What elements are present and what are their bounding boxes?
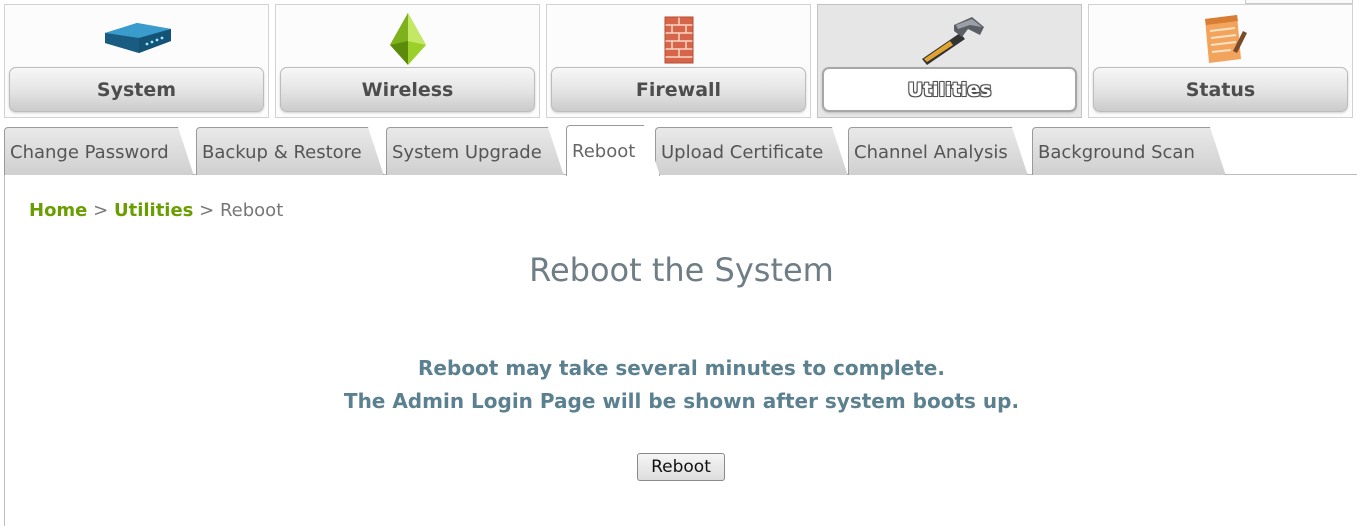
tab-upload-certificate[interactable]: Upload Certificate (655, 127, 848, 176)
status-button[interactable]: Status (1093, 67, 1348, 112)
nav-tile-wireless[interactable]: Wireless (275, 4, 540, 118)
breadcrumb-separator: > (199, 200, 215, 221)
brick-wall-icon (664, 16, 693, 64)
router-icon (104, 23, 171, 53)
tab-backup-restore[interactable]: Backup & Restore (196, 127, 384, 176)
breadcrumb: Home > Utilities > Reboot (29, 200, 283, 221)
breadcrumb-utilities-link[interactable]: Utilities (114, 200, 193, 221)
breadcrumb-home-link[interactable]: Home (29, 200, 87, 221)
sub-tab-bar: Change Password Backup & Restore System … (0, 125, 1357, 176)
tab-background-scan[interactable]: Background Scan (1032, 127, 1226, 176)
hammer-icon (921, 17, 984, 65)
reboot-notice-line-2: The Admin Login Page will be shown after… (343, 389, 1020, 413)
nav-tile-status[interactable]: Status (1088, 4, 1353, 118)
main-navigation: System Wireless Firewall Utilities Statu… (4, 4, 1353, 118)
tab-reboot[interactable]: Reboot (566, 125, 660, 176)
tab-system-upgrade[interactable]: System Upgrade (386, 127, 564, 176)
firewall-button[interactable]: Firewall (551, 67, 806, 112)
tab-channel-analysis[interactable]: Channel Analysis (848, 127, 1028, 176)
nav-tile-utilities[interactable]: Utilities (817, 4, 1082, 118)
system-button[interactable]: System (9, 67, 264, 112)
nav-tile-system[interactable]: System (4, 4, 269, 118)
reboot-button[interactable]: Reboot (637, 453, 725, 481)
pyramid-icon (389, 13, 426, 65)
page-title: Reboot the System (529, 251, 834, 289)
reboot-notice-line-1: Reboot may take several minutes to compl… (418, 356, 945, 380)
nav-tile-firewall[interactable]: Firewall (546, 4, 811, 118)
breadcrumb-current: Reboot (219, 200, 284, 221)
content-panel: Home > Utilities > Reboot Reboot the Sys… (4, 175, 1357, 526)
breadcrumb-separator: > (93, 200, 109, 221)
utilities-button[interactable]: Utilities (822, 67, 1077, 112)
notepad-icon (1204, 15, 1247, 63)
wireless-button[interactable]: Wireless (280, 67, 535, 112)
tab-change-password[interactable]: Change Password (4, 127, 194, 176)
